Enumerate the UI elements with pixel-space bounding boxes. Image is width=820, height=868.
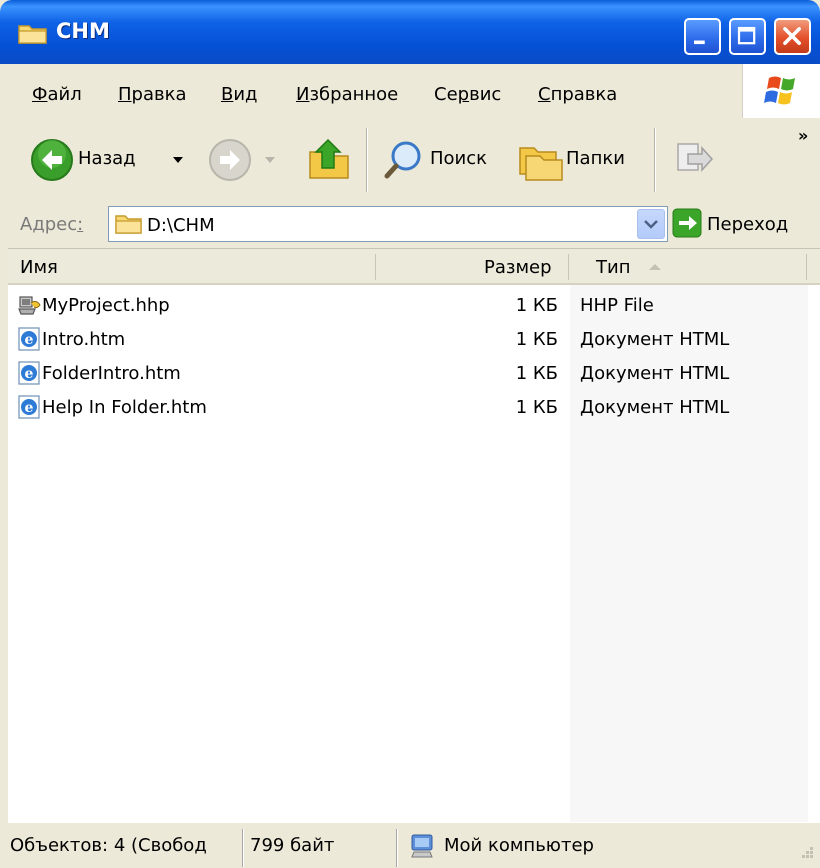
ie-html-icon: e [18,327,40,351]
status-location: Мой компьютер [444,835,594,856]
folders-button[interactable]: Папки [512,130,642,190]
back-label: Назад [78,148,136,169]
folders-icon [519,147,563,181]
file-size: 1 КБ [515,363,558,384]
menu-favorites[interactable]: Избранное [296,84,398,105]
folder-icon [115,215,142,234]
views-button[interactable] [662,130,722,190]
file-name: Intro.htm [42,329,126,350]
list-item[interactable]: e Intro.htm 1 КБ Документ HTML [8,323,820,357]
menu-tools[interactable]: Сервис [434,84,501,105]
menu-view[interactable]: Вид [221,84,258,105]
up-folder-button[interactable] [300,130,358,190]
file-size: 1 КБ [515,295,558,316]
folders-label: Папки [566,148,625,169]
address-bar: Адрес: D:\CHM Переход [8,200,820,249]
list-item[interactable]: MyProject.hhp 1 КБ HHP File [8,289,820,323]
column-divider[interactable] [568,254,569,280]
hhp-file-icon [18,296,41,315]
menu-bar: Файл Правка Вид Избранное Сервис Справка [8,64,820,119]
file-size: 1 КБ [515,329,558,350]
minimize-button[interactable] [684,18,721,55]
windows-flag-icon [764,76,795,105]
ie-html-icon: e [18,395,40,419]
address-value: D:\CHM [147,215,215,236]
sort-ascending-icon [649,264,661,270]
resize-grip-icon[interactable] [796,845,816,865]
file-name: FolderIntro.htm [42,363,181,384]
go-label: Переход [707,214,789,235]
dropdown-arrow-icon [173,157,183,163]
list-item[interactable]: e Help In Folder.htm 1 КБ Документ HTML [8,391,820,425]
back-button[interactable]: Назад [22,130,192,190]
forward-button[interactable] [204,130,300,190]
column-type[interactable]: Тип [596,257,630,278]
views-icon [677,143,714,172]
toolbar-separator [366,128,368,192]
file-name: MyProject.hhp [42,295,170,316]
status-separator [242,829,244,867]
dropdown-arrow-icon [265,157,275,163]
menu-help[interactable]: Справка [538,84,617,105]
status-size: 799 байт [250,835,335,856]
toolbar: Назад Поиск Папки » [8,118,820,201]
svg-text:e: e [25,400,34,416]
search-button[interactable]: Поиск [376,130,504,190]
address-input[interactable]: D:\CHM [108,206,668,242]
maximize-button[interactable] [729,18,766,55]
forward-arrow-icon [209,139,251,181]
window-title: CHM [56,19,110,43]
file-type: HHP File [580,295,654,316]
column-divider[interactable] [375,254,376,280]
up-folder-icon [309,138,349,179]
search-label: Поиск [430,148,488,169]
column-size[interactable]: Размер [484,257,552,278]
explorer-window: CHM Файл Правка Вид Избранное Сервис Спр… [0,0,820,868]
svg-text:e: e [25,366,34,382]
column-header: Имя Размер Тип [8,249,820,285]
file-name: Help In Folder.htm [42,397,207,418]
file-size: 1 КБ [515,397,558,418]
svg-text:e: e [25,332,34,348]
menu-file[interactable]: Файл [32,84,82,105]
my-computer-icon [411,834,433,858]
address-dropdown-button[interactable] [637,209,665,239]
windows-logo [742,64,820,118]
file-list[interactable]: Имя Размер Тип MyProject.hhp 1 КБ HHP Fi… [8,249,820,822]
file-type: Документ HTML [580,363,730,384]
toolbar-overflow-chevron[interactable]: » [798,126,808,145]
title-bar[interactable]: CHM [0,0,820,64]
file-type: Документ HTML [580,397,730,418]
file-type: Документ HTML [580,329,730,350]
go-arrow-icon [672,208,702,238]
list-item[interactable]: e FolderIntro.htm 1 КБ Документ HTML [8,357,820,391]
minimize-icon [694,40,705,45]
status-bar: Объектов: 4 (Свобод 799 байт Мой компьют… [8,822,820,868]
back-arrow-icon [31,139,73,181]
close-icon [783,27,801,45]
chevron-down-icon [644,220,658,229]
maximize-icon [737,26,756,45]
search-icon [384,141,421,179]
column-divider[interactable] [806,254,807,280]
folder-icon [18,25,47,44]
address-label: Адрес: [20,214,84,235]
menu-edit[interactable]: Правка [118,84,187,105]
ie-html-icon: e [18,361,40,385]
toolbar-separator [654,128,656,192]
close-button[interactable] [774,18,811,55]
status-objects: Объектов: 4 (Свобод [10,835,207,856]
column-name[interactable]: Имя [20,257,58,278]
status-separator [396,829,398,867]
